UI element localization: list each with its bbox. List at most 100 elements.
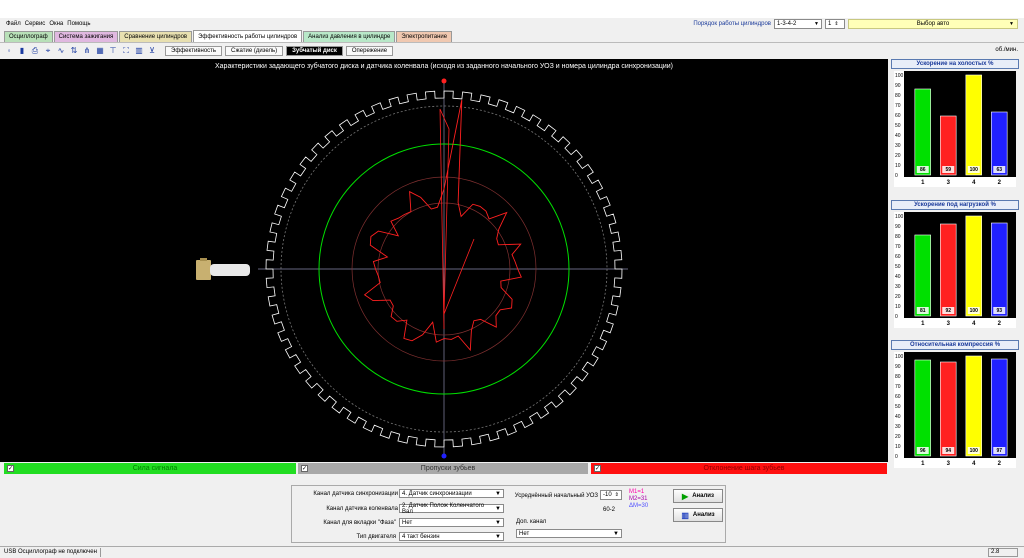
bar-4: [965, 74, 982, 176]
bar-1: [914, 234, 931, 317]
marker-m1: M1=1: [629, 489, 645, 495]
menu-windows[interactable]: Окна: [47, 21, 65, 27]
channel-icon[interactable]: ◦: [4, 46, 14, 56]
car-select[interactable]: Выбор авто ▼: [848, 19, 1018, 29]
bar-2: [991, 222, 1008, 317]
analysis-button-bars[interactable]: ▥ Анализ: [673, 508, 723, 522]
y-tick-label: 0: [895, 173, 898, 179]
y-tick-label: 90: [895, 224, 901, 230]
tab-1[interactable]: Система зажигания: [53, 31, 119, 42]
legend-bar-1[interactable]: ✓ Пропуски зубьев: [298, 463, 588, 474]
side-panels: Ускорение на холостых % 0 10 20 30 40 50 60 70 80…: [891, 59, 1019, 474]
menu-help[interactable]: Помощь: [65, 21, 92, 27]
bar-chart: 0 10 20 30 40 50 60 70 80 90 100 96 1 94 3 100 4 97 2: [894, 352, 1016, 468]
tooth-disk-canvas[interactable]: Характеристики задающего зубчатого диска…: [0, 59, 888, 462]
grid-icon[interactable]: ▦: [95, 46, 105, 56]
cursor-icon[interactable]: ⌖: [43, 46, 53, 56]
analysis-button-play[interactable]: ▶ Анализ: [673, 489, 723, 503]
y-tick-label: 50: [895, 123, 901, 129]
subtab-1[interactable]: Сжатие (дизель): [225, 45, 284, 56]
avg-uoz-label: Усреднённый начальный УОЗ: [514, 493, 598, 499]
y-tick-label: 20: [895, 153, 901, 159]
sub-tabs: Эффективность Сжатие (дизель) Зубчатый дис…: [165, 45, 394, 56]
scale-icon[interactable]: ⇅: [69, 46, 79, 56]
legend-label: Пропуски зубьев: [420, 465, 476, 472]
legend-label: Отклонение шага зубьев: [703, 465, 785, 472]
filter-icon[interactable]: ⊤: [108, 46, 118, 56]
tab-5[interactable]: Электропитание: [396, 31, 453, 42]
tab-4[interactable]: Анализ давления в цилиндре: [303, 31, 396, 42]
menu-file[interactable]: Файл: [0, 21, 23, 27]
spinner-arrows-icon: ⇕: [614, 492, 619, 498]
bar-value-label: 96: [920, 448, 926, 454]
measure-icon[interactable]: ⊻: [147, 46, 157, 56]
bar-panel-title: Относительная компрессия %: [891, 340, 1019, 350]
engine-type-select[interactable]: 4 такт бензин ▼: [399, 532, 504, 541]
legend-bar-2[interactable]: ✓ Отклонение шага зубьев: [591, 463, 887, 474]
legend-checkbox[interactable]: ✓: [301, 465, 308, 472]
subtab-3[interactable]: Опережение: [345, 45, 394, 56]
canvas-title: Характеристики задающего зубчатого диска…: [214, 63, 674, 70]
y-tick-label: 60: [895, 394, 901, 400]
y-tick-label: 30: [895, 424, 901, 430]
bar-3: [940, 223, 957, 317]
y-tick-label: 10: [895, 304, 901, 310]
y-tick-label: 20: [895, 294, 901, 300]
extra-channel-select[interactable]: Нет ▼: [516, 529, 622, 538]
tab-0[interactable]: Осциллограф: [4, 31, 53, 42]
spinner-arrows-icon: ⇕: [834, 21, 839, 27]
analysis-button-label: Анализ: [692, 512, 715, 518]
sync-cylinder-spinner[interactable]: 1 ⇕: [825, 19, 845, 29]
bar-panel-2: Относительная компрессия % 0 10 20 30 40 50 60 7…: [891, 340, 1019, 470]
tab-2[interactable]: Сравнение цилиндров: [119, 31, 193, 42]
tree-icon[interactable]: ⋔: [82, 46, 92, 56]
chevron-down-icon: ▼: [495, 490, 501, 497]
sync-channel-select[interactable]: 4. Датчик синхронизации ▼: [399, 489, 504, 498]
subtab-0[interactable]: Эффективность: [165, 45, 223, 56]
tab-3[interactable]: Эффективность работы цилиндров: [193, 30, 303, 42]
y-tick-label: 20: [895, 434, 901, 440]
sync-spike-trace: [439, 108, 475, 330]
y-tick-label: 80: [895, 234, 901, 240]
chart-icon[interactable]: ▮: [17, 46, 27, 56]
y-tick-label: 0: [895, 314, 898, 320]
bar-value-label: 94: [945, 448, 951, 454]
tooth-deviation-trace: [363, 99, 522, 352]
wave-icon[interactable]: ∿: [56, 46, 66, 56]
sensor-nut: [200, 258, 207, 261]
y-tick-label: 100: [895, 214, 904, 220]
y-tick-label: 30: [895, 284, 901, 290]
y-tick-label: 0: [895, 454, 898, 460]
bar-chart-svg: 01020304050607080901009619431004972: [894, 352, 1016, 468]
bar-analysis-icon: ▥: [681, 510, 689, 520]
y-tick-label: 60: [895, 113, 901, 119]
engine-type-label: Тип двигателя: [356, 534, 396, 540]
y-tick-label: 40: [895, 133, 901, 139]
avg-uoz-value: -10: [603, 492, 612, 498]
print-icon[interactable]: ⎙: [30, 46, 40, 56]
bar-chart-svg: 01020304050607080901008119231004932: [894, 212, 1016, 328]
bar-panel-title: Ускорение под нагрузкой %: [891, 200, 1019, 210]
car-select-label: Выбор авто: [916, 21, 950, 27]
bar-chart-svg: 01020304050607080901008615931004632: [894, 71, 1016, 187]
chevron-down-icon: ▼: [1009, 21, 1014, 27]
phase-tab-label: Канал для вкладки "Фаза": [323, 520, 396, 526]
bar-chart: 0 10 20 30 40 50 60 70 80 90 100 81 1 92 3 100 4 93 2: [894, 212, 1016, 328]
legend-checkbox[interactable]: ✓: [594, 465, 601, 472]
y-tick-label: 80: [895, 374, 901, 380]
legend-checkbox[interactable]: ✓: [7, 465, 14, 472]
bar-chart-icon[interactable]: ▥: [134, 46, 144, 56]
bar-1: [914, 359, 931, 457]
cylinder-order-select[interactable]: 1-3-4-2 ▼: [774, 19, 822, 29]
avg-uoz-spinner[interactable]: -10 ⇕: [600, 490, 622, 500]
y-tick-label: 60: [895, 254, 901, 260]
legend-bar-0[interactable]: ✓ Сила сигнала: [4, 463, 296, 474]
phase-tab-select[interactable]: Нет ▼: [399, 518, 504, 527]
menu-service[interactable]: Сервис: [23, 21, 48, 27]
y-tick-label: 40: [895, 274, 901, 280]
bar-2: [991, 358, 1008, 457]
subtab-2[interactable]: Зубчатый диск: [286, 45, 343, 56]
crank-channel-select[interactable]: 2. Датчик Полож Коленчатого Вал ▼: [399, 503, 504, 515]
phase-tab-value: Нет: [402, 519, 413, 526]
network-icon[interactable]: ⛶: [121, 46, 131, 56]
